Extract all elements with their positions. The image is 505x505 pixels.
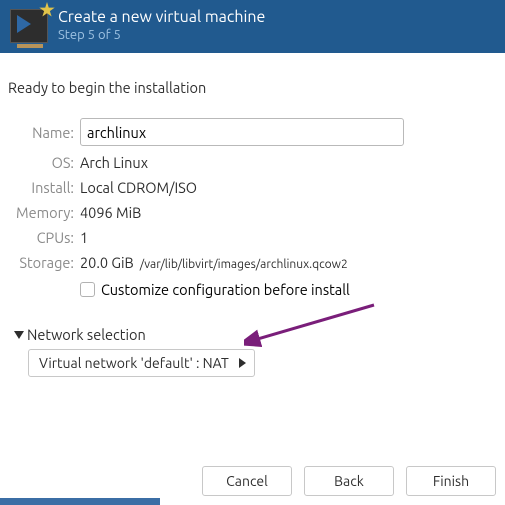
install-label: Install: — [8, 179, 74, 196]
chevron-down-icon — [14, 331, 24, 339]
cpus-value: 1 — [80, 229, 497, 246]
wizard-step: Step 5 of 5 — [58, 28, 265, 42]
storage-label: Storage: — [8, 254, 74, 271]
os-label: OS: — [8, 154, 74, 171]
memory-value: 4096 MiB — [80, 204, 497, 221]
memory-label: Memory: — [8, 204, 74, 221]
network-selection-label: Network selection — [27, 326, 146, 343]
cancel-button[interactable]: Cancel — [202, 466, 292, 496]
summary-grid: Name: OS: Arch Linux Install: Local CDRO… — [8, 118, 497, 298]
new-vm-icon — [10, 9, 48, 43]
storage-size: 20.0 GiB — [80, 254, 134, 271]
cpus-label: CPUs: — [8, 229, 74, 246]
customize-checkbox[interactable] — [80, 282, 95, 297]
storage-path: /var/lib/libvirt/images/archlinux.qcow2 — [140, 258, 348, 271]
wizard-title: Create a new virtual machine — [58, 8, 265, 26]
customize-label: Customize configuration before install — [101, 281, 350, 298]
name-label: Name: — [8, 124, 74, 141]
install-value: Local CDROM/ISO — [80, 179, 497, 196]
network-selection-toggle[interactable]: Network selection — [14, 326, 497, 343]
taskbar-fragment — [0, 498, 160, 505]
network-selected: Virtual network 'default' : NAT — [39, 355, 229, 371]
wizard-footer: Cancel Back Finish — [202, 466, 496, 496]
network-dropdown[interactable]: Virtual network 'default' : NAT — [28, 349, 255, 377]
wizard-header: Create a new virtual machine Step 5 of 5 — [0, 0, 505, 53]
finish-button[interactable]: Finish — [406, 466, 496, 496]
os-value: Arch Linux — [80, 154, 497, 171]
name-input[interactable] — [80, 118, 404, 146]
intro-text: Ready to begin the installation — [8, 79, 497, 96]
back-button[interactable]: Back — [304, 466, 394, 496]
chevron-right-icon — [239, 358, 246, 368]
